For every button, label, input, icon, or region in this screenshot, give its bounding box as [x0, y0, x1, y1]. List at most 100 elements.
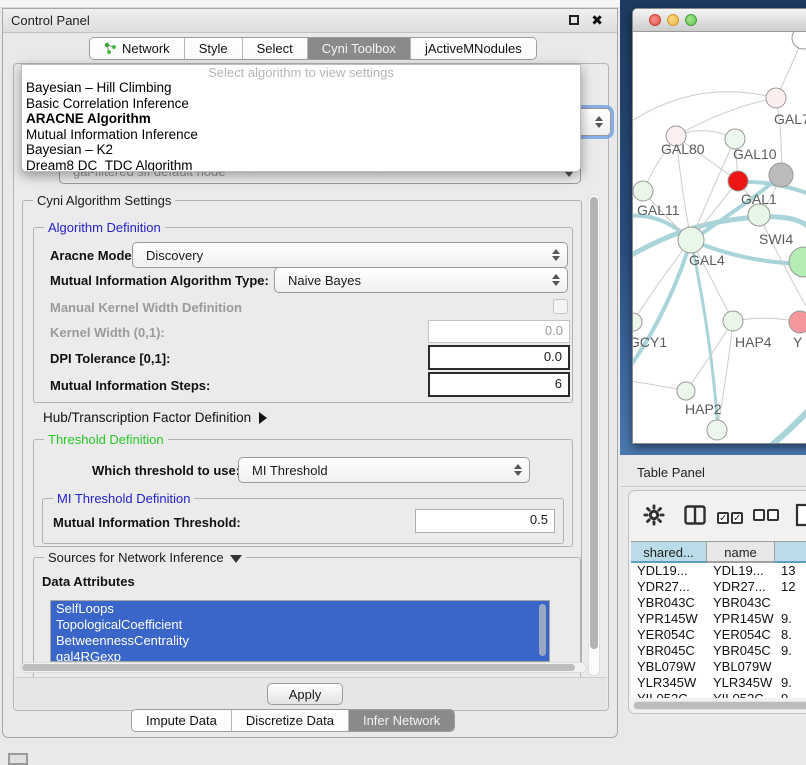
column-header[interactable]: name — [707, 541, 775, 563]
tab-style[interactable]: Style — [185, 38, 243, 59]
gear-icon[interactable] — [643, 504, 665, 526]
table-row[interactable]: YIL052CYIL052C9 — [631, 691, 806, 698]
algorithm-option[interactable]: Bayesian – K2 — [22, 142, 580, 158]
column-layout-icon[interactable] — [684, 505, 706, 525]
network-node[interactable] — [633, 181, 653, 201]
close-icon[interactable]: ✖ — [591, 12, 603, 29]
hub-definition-expander[interactable]: Hub/Transcription Factor Definition — [43, 410, 267, 425]
table-cell: YPR145W — [631, 611, 707, 627]
algorithm-option[interactable]: ARACNE Algorithm — [22, 111, 580, 127]
bottom-tab-infer-network[interactable]: Infer Network — [349, 710, 454, 731]
tab-label: jActiveMNodules — [425, 41, 522, 56]
network-node[interactable] — [769, 163, 793, 187]
select-all-columns-icon[interactable]: ✓✓ — [717, 509, 743, 524]
float-window-icon[interactable] — [569, 15, 579, 25]
mi-steps-field[interactable]: 6 — [428, 372, 570, 397]
deselect-all-columns-icon[interactable] — [753, 509, 779, 524]
attribute-list-item[interactable]: SelfLoops — [51, 601, 549, 617]
network-node[interactable] — [748, 204, 770, 226]
apply-button[interactable]: Apply — [267, 683, 343, 705]
table-row[interactable]: YBR043CYBR043C — [631, 595, 806, 611]
which-threshold-combobox[interactable]: MI Threshold — [238, 457, 530, 483]
node-label: GAL1 — [741, 191, 777, 207]
table-cell — [775, 659, 806, 675]
network-canvas[interactable]: GAL7GAL80GAL10GAL1GAL11SWI4GAL4GCY1HAP4Y… — [633, 32, 806, 444]
algorithm-option[interactable]: Bayesian – Hill Climbing — [22, 80, 580, 96]
network-node[interactable] — [789, 311, 806, 333]
network-node[interactable] — [789, 247, 806, 277]
table-cell: YBL079W — [707, 659, 775, 675]
dpi-tolerance-label: DPI Tolerance [0,1]: — [50, 351, 170, 366]
table-row[interactable]: YER054CYER054C8. — [631, 627, 806, 643]
network-edge[interactable] — [676, 98, 776, 136]
mi-threshold-field[interactable]: 0.5 — [415, 509, 555, 533]
network-node[interactable] — [633, 313, 642, 331]
tab-label: Network — [122, 41, 170, 56]
network-node[interactable] — [677, 382, 695, 400]
network-edge[interactable] — [751, 384, 806, 444]
network-node[interactable] — [723, 311, 743, 331]
minimize-traffic-light-icon[interactable] — [667, 14, 679, 26]
network-node[interactable] — [678, 227, 704, 253]
node-label: GAL11 — [637, 202, 680, 218]
table-row[interactable]: YDL19...YDL19...13 — [631, 563, 806, 579]
tab-jactivemnodules[interactable]: jActiveMNodules — [411, 38, 536, 59]
sources-group-title[interactable]: Sources for Network Inference — [44, 550, 246, 565]
tab-select[interactable]: Select — [243, 38, 308, 59]
table-panel-box: ✓✓ shared...name YDL19...YDL19...13YDR27… — [628, 490, 806, 714]
new-table-icon[interactable] — [795, 503, 806, 527]
column-header[interactable]: shared... — [631, 541, 707, 563]
network-node[interactable] — [766, 88, 786, 108]
bottom-tab-discretize-data[interactable]: Discretize Data — [232, 710, 349, 731]
zoom-traffic-light-icon[interactable] — [685, 14, 697, 26]
list-scrollbar[interactable] — [539, 604, 546, 656]
network-edge[interactable] — [633, 240, 691, 382]
network-window-titlebar — [633, 9, 806, 32]
settings-horizontal-scrollbar[interactable] — [20, 662, 587, 673]
table-horizontal-scrollbar[interactable] — [633, 701, 806, 710]
tab-network[interactable]: Network — [90, 38, 185, 59]
dock-chip-icon[interactable] — [8, 753, 28, 765]
kernel-width-field[interactable]: 0.0 — [428, 320, 570, 343]
tab-label: Style — [199, 41, 228, 56]
table-row[interactable]: YBR045CYBR045C9. — [631, 643, 806, 659]
node-label: GAL4 — [689, 252, 725, 268]
table-cell: YDR27... — [707, 579, 775, 595]
table-cell: YIL052C — [631, 691, 707, 698]
table-cell: 9. — [775, 643, 806, 659]
divider — [620, 486, 806, 487]
algorithm-option[interactable]: Dream8 DC_TDC Algorithm — [22, 158, 580, 173]
network-edge[interactable] — [686, 321, 733, 391]
table-row[interactable]: YLR345WYLR345W9. — [631, 675, 806, 691]
table-row[interactable]: YBL079WYBL079W — [631, 659, 806, 675]
mi-type-combobox[interactable]: Naive Bayes — [274, 267, 568, 293]
dropdown-prompt: Select algorithm to view settings — [22, 65, 580, 80]
node-label: GAL10 — [733, 146, 777, 162]
tab-cyni-toolbox[interactable]: Cyni Toolbox — [308, 38, 411, 59]
mi-type-label: Mutual Information Algorithm Type: — [50, 273, 269, 288]
expander-arrow-icon — [259, 412, 267, 424]
data-attributes-list[interactable]: SelfLoopsTopologicalCoefficientBetweenne… — [50, 600, 550, 662]
network-node[interactable] — [728, 171, 748, 191]
attribute-list-item[interactable]: TopologicalCoefficient — [51, 617, 549, 633]
aracne-mode-value: Discovery — [133, 248, 548, 263]
algorithm-option[interactable]: Basic Correlation Inference — [22, 96, 580, 112]
column-header[interactable] — [775, 541, 806, 563]
control-panel-window: Control Panel ✖ NetworkStyleSelectCyni T… — [2, 8, 618, 738]
bottom-tab-impute-data[interactable]: Impute Data — [132, 710, 232, 731]
network-view-window[interactable]: GAL7GAL80GAL10GAL1GAL11SWI4GAL4GCY1HAP4Y… — [632, 8, 806, 444]
close-traffic-light-icon[interactable] — [649, 14, 661, 26]
settings-vertical-scrollbar[interactable] — [588, 194, 600, 676]
network-node[interactable] — [707, 420, 727, 440]
network-node[interactable] — [792, 32, 806, 49]
aracne-mode-combobox[interactable]: Discovery — [132, 242, 568, 268]
table-rows: YDL19...YDL19...13YDR27...YDR27...12YBR0… — [631, 563, 806, 698]
table-row[interactable]: YDR27...YDR27...12 — [631, 579, 806, 595]
table-row[interactable]: YPR145WYPR145W9. — [631, 611, 806, 627]
attribute-list-item[interactable]: gal4RGexp — [51, 649, 549, 662]
manual-kernel-checkbox[interactable] — [553, 299, 568, 314]
attribute-list-item[interactable]: BetweennessCentrality — [51, 633, 549, 649]
node-table[interactable]: shared...name YDL19...YDL19...13YDR27...… — [631, 541, 806, 698]
algorithm-option[interactable]: Mutual Information Inference — [22, 127, 580, 143]
dpi-tolerance-field[interactable]: 0.0 — [428, 345, 570, 370]
